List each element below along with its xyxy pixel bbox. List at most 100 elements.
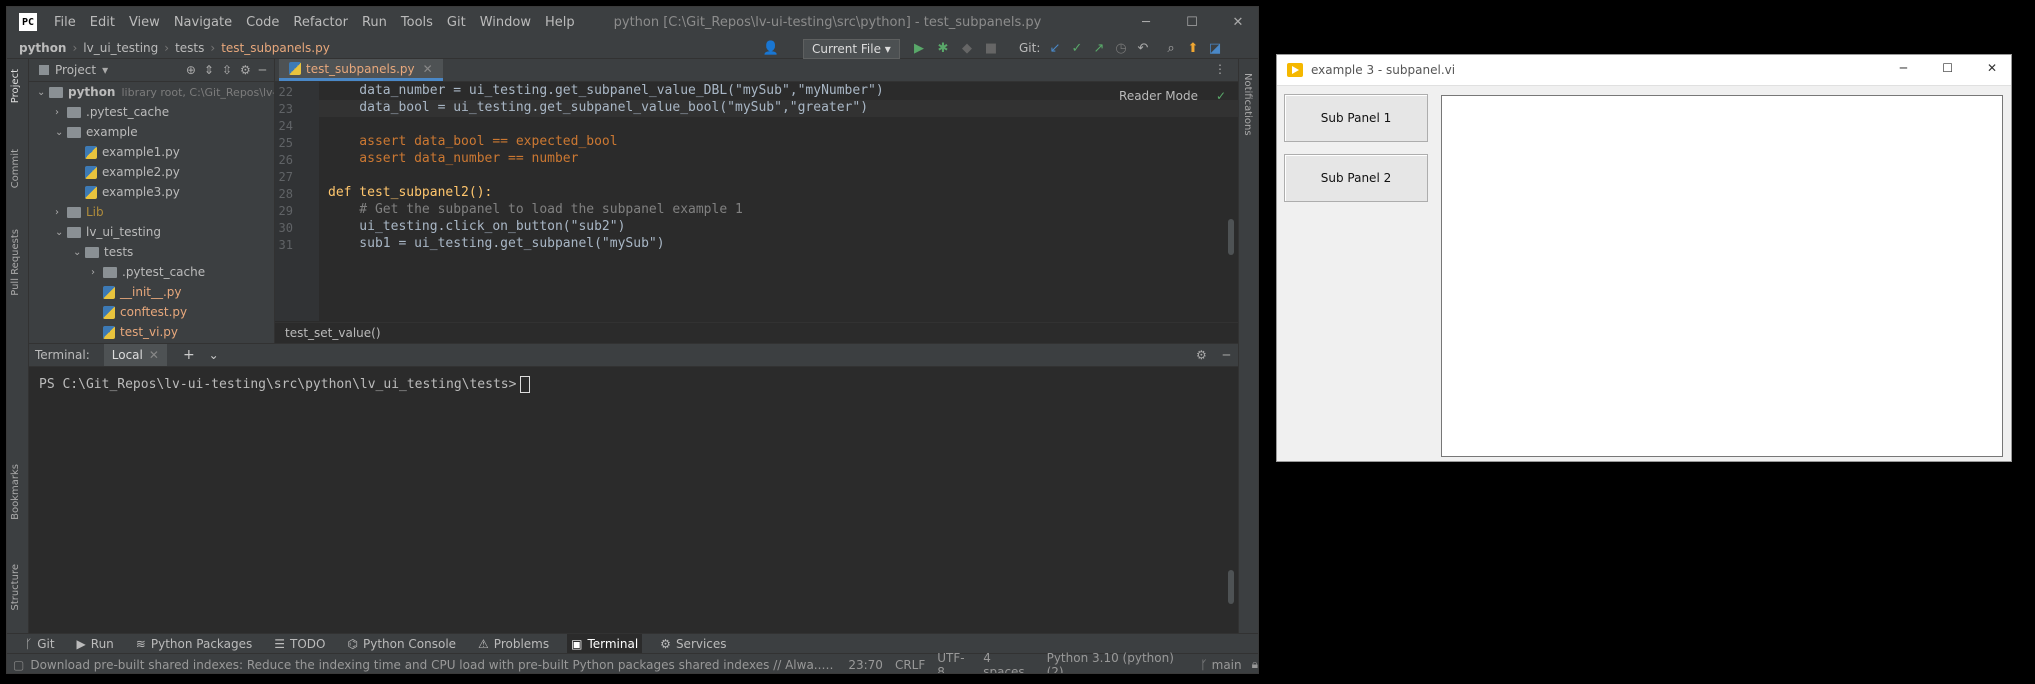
code-line[interactable]: sub1 = ui_testing.get_subpanel("mySub")	[328, 236, 664, 251]
hide-icon[interactable]: ─	[259, 63, 266, 77]
toolwindow-python-console[interactable]: ⌬ Python Console	[344, 634, 461, 654]
debug-icon[interactable]: ✱	[935, 40, 951, 56]
toolwindow-python-packages[interactable]: ≋ Python Packages	[132, 634, 256, 654]
tree-item[interactable]: ⌄ tests	[73, 242, 133, 262]
run-config-select[interactable]: Current File ▾	[803, 39, 900, 59]
tree-item[interactable]: › .pytest_cache	[91, 262, 205, 282]
run-icon[interactable]: ▶	[911, 40, 927, 56]
toolwindow-services[interactable]: ⚙ Services	[656, 634, 730, 654]
terminal-scrollbar[interactable]	[1228, 570, 1234, 604]
close-tab-icon[interactable]: ✕	[149, 348, 159, 362]
chevron-down-icon[interactable]: ⌄	[73, 247, 85, 258]
maximize-button[interactable]: ☐	[1942, 61, 1953, 75]
chevron-down-icon[interactable]: ⌄	[37, 87, 49, 98]
menu-item-window[interactable]: Window	[473, 15, 538, 30]
project-title[interactable]: Project	[55, 63, 96, 77]
tree-item[interactable]: › .pytest_cache	[55, 102, 169, 122]
git-commit-icon[interactable]: ✓	[1069, 40, 1085, 56]
gear-icon[interactable]: ⚙	[240, 63, 251, 77]
vertical-scrollbar[interactable]	[1228, 219, 1234, 255]
toolwindow-git[interactable]: ᚴ Git	[21, 634, 59, 654]
notifications-tab[interactable]: Notifications	[1242, 73, 1253, 136]
lock-icon[interactable]: 🔒︎	[1252, 657, 1258, 672]
menu-item-git[interactable]: Git	[440, 15, 473, 30]
file-encoding[interactable]: UTF-8	[937, 651, 971, 674]
code-line[interactable]: assert data_number == number	[328, 151, 578, 166]
menu-item-navigate[interactable]: Navigate	[167, 15, 239, 30]
git-update-icon[interactable]: ↙	[1047, 40, 1063, 56]
toolwindow-problems[interactable]: ⚠ Problems	[474, 634, 553, 654]
update-icon[interactable]: ⬆	[1185, 40, 1201, 56]
breadcrumb-root[interactable]: python	[19, 41, 66, 55]
chevron-down-icon[interactable]: ⌄	[209, 348, 219, 362]
hide-icon[interactable]: ─	[1223, 348, 1230, 362]
tree-item[interactable]: ⌄ python library root, C:\Git_Repos\lv-ui-…	[37, 82, 274, 102]
commit-tab[interactable]: Commit	[10, 149, 21, 188]
indent-setting[interactable]: 4 spaces	[983, 651, 1034, 674]
tree-item[interactable]: example3.py	[73, 182, 180, 202]
toolwindow-todo[interactable]: ☰ TODO	[270, 634, 329, 654]
add-icon[interactable]: +	[183, 347, 195, 363]
code-line[interactable]: data_number = ui_testing.get_subpanel_va…	[328, 83, 883, 98]
more-icon[interactable]: ⋮	[1214, 62, 1226, 76]
chevron-right-icon[interactable]: ›	[91, 267, 103, 278]
code-line[interactable]: assert data_bool == expected_bool	[328, 134, 617, 149]
maximize-button[interactable]: ☐	[1169, 7, 1215, 37]
status-message[interactable]: Download pre-built shared indexes: Reduc…	[30, 658, 836, 672]
git-rollback-icon[interactable]: ↶	[1135, 40, 1151, 56]
project-tab[interactable]: Project	[10, 69, 21, 103]
user-icon[interactable]: 👤	[763, 40, 779, 56]
chevron-down-icon[interactable]: ▾	[102, 63, 108, 77]
jetbrains-icon[interactable]: ◪	[1207, 40, 1223, 56]
bookmarks-tab[interactable]: Bookmarks	[10, 464, 21, 520]
caret-position[interactable]: 23:70	[848, 658, 883, 672]
tree-item[interactable]: conftest.py	[91, 302, 187, 322]
breadcrumb-folder[interactable]: tests	[175, 41, 204, 55]
editor-tab[interactable]: test_subpanels.py ✕	[279, 59, 443, 81]
menu-item-help[interactable]: Help	[538, 15, 582, 30]
menu-item-file[interactable]: File	[47, 15, 83, 30]
pull-requests-tab[interactable]: Pull Requests	[10, 229, 21, 296]
tree-item[interactable]: ⌄ example	[55, 122, 138, 142]
expand-all-icon[interactable]: ⇕	[204, 63, 214, 77]
collapse-all-icon[interactable]: ⇳	[222, 63, 232, 77]
chevron-down-icon[interactable]: ⌄	[55, 227, 67, 238]
code-line[interactable]: ui_testing.click_on_button("sub2")	[328, 219, 625, 234]
sub-panel-2-button[interactable]: Sub Panel 2	[1284, 154, 1428, 202]
structure-tab[interactable]: Structure	[10, 564, 21, 611]
terminal-tab-local[interactable]: Local ✕	[103, 344, 167, 366]
git-push-icon[interactable]: ↗	[1091, 40, 1107, 56]
breadcrumb-package[interactable]: lv_ui_testing	[83, 41, 158, 55]
chevron-down-icon[interactable]: ⌄	[55, 127, 67, 138]
tree-item[interactable]: ⌄ lv_ui_testing	[55, 222, 161, 242]
function-breadcrumb[interactable]: test_set_value()	[285, 326, 381, 340]
gear-icon[interactable]: ⚙	[1196, 348, 1207, 362]
menu-item-view[interactable]: View	[122, 15, 167, 30]
reader-mode-toggle[interactable]: Reader Mode	[1119, 89, 1198, 103]
terminal-prompt[interactable]: PS C:\Git_Repos\lv-ui-testing\src\python…	[39, 376, 531, 393]
sub-panel-1-button[interactable]: Sub Panel 1	[1284, 94, 1428, 142]
close-button[interactable]: ✕	[1987, 61, 1997, 75]
git-history-icon[interactable]: ◷	[1113, 40, 1129, 56]
git-branch[interactable]: main	[1212, 658, 1242, 672]
code-line[interactable]: # Get the subpanel to load the subpanel …	[328, 202, 743, 217]
toolwindow-run[interactable]: ▶ Run	[73, 634, 118, 654]
breadcrumb-file[interactable]: test_subpanels.py	[221, 41, 330, 55]
chevron-right-icon[interactable]: ›	[55, 107, 67, 118]
interpreter-select[interactable]: Python 3.10 (python) (2)	[1047, 651, 1191, 674]
coverage-icon[interactable]: ◆	[959, 40, 975, 56]
code-line[interactable]: data_bool = ui_testing.get_subpanel_valu…	[328, 100, 868, 115]
menu-item-edit[interactable]: Edit	[83, 15, 122, 30]
tree-item[interactable]: __init__.py	[91, 282, 182, 302]
close-tab-icon[interactable]: ✕	[423, 62, 433, 76]
stop-icon[interactable]: ■	[983, 40, 999, 56]
minimize-button[interactable]: ─	[1123, 7, 1169, 37]
tree-item[interactable]: test_vi.py	[91, 322, 178, 342]
toolwindow-terminal[interactable]: ▣ Terminal	[567, 633, 643, 654]
tree-item[interactable]: example2.py	[73, 162, 180, 182]
code-line[interactable]: def test_subpanel2():	[328, 185, 492, 200]
menu-item-code[interactable]: Code	[239, 15, 286, 30]
tree-item[interactable]: example1.py	[73, 142, 180, 162]
menu-item-tools[interactable]: Tools	[394, 15, 440, 30]
close-button[interactable]: ✕	[1215, 7, 1258, 37]
